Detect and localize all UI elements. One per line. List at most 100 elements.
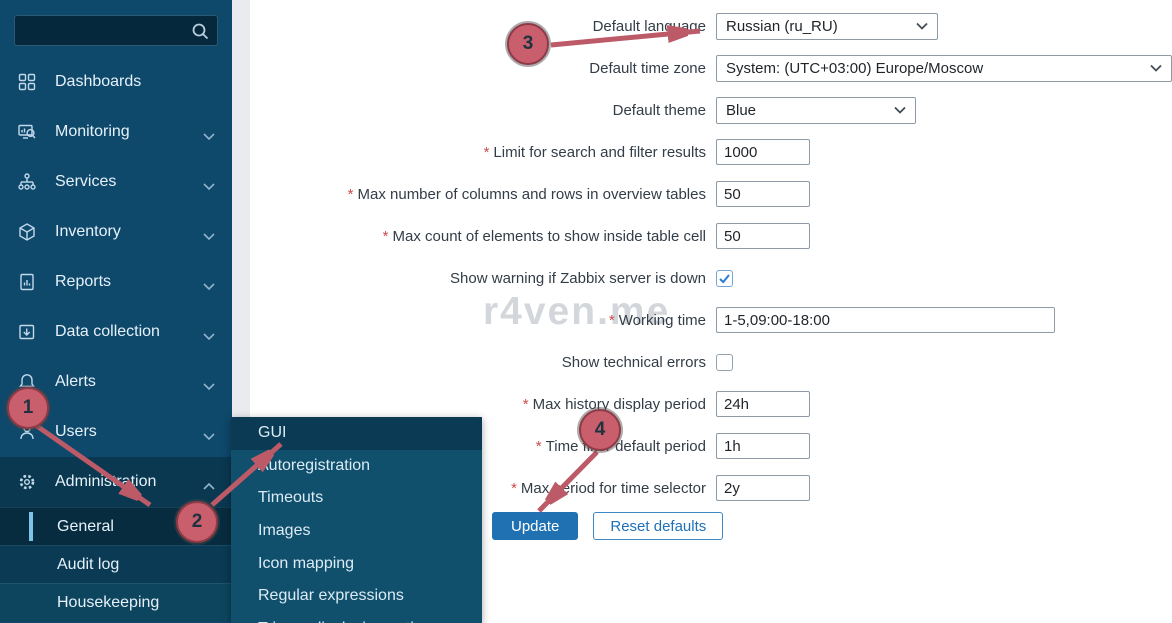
chevron-down-icon <box>203 278 215 296</box>
technical-errors-checkbox[interactable] <box>716 354 733 371</box>
default-time-zone-select[interactable]: System: (UTC+03:00) Europe/Moscow <box>716 55 1172 82</box>
sidebar-item-reports[interactable]: Reports <box>0 257 232 307</box>
default-theme-select[interactable]: Blue <box>716 97 916 124</box>
selected-value: System: (UTC+03:00) Europe/Moscow <box>726 60 983 77</box>
field-label: Show technical errors <box>562 354 706 371</box>
sidebar-subitem-label: Audit log <box>57 556 119 574</box>
time-filter-period-input[interactable] <box>716 433 810 459</box>
chevron-down-icon <box>203 178 215 196</box>
annotation-step-4: 4 <box>579 409 621 451</box>
sidebar-item-inventory[interactable]: Inventory <box>0 207 232 257</box>
max-time-selector-period-input[interactable] <box>716 475 810 501</box>
annotation-step-3: 3 <box>507 23 549 65</box>
sidebar-search[interactable] <box>14 15 218 46</box>
form-row: Default time zone System: (UTC+03:00) Eu… <box>250 47 1172 89</box>
general-submenu-popup: GUI Autoregistration Timeouts Images Ico… <box>231 417 482 623</box>
sidebar-item-label: Users <box>55 423 97 441</box>
reports-icon <box>15 272 39 292</box>
gear-icon <box>15 472 39 492</box>
dashboards-icon <box>15 72 39 92</box>
popup-item-timeouts[interactable]: Timeouts <box>231 482 482 515</box>
popup-item-label: Autoregistration <box>258 457 370 475</box>
field-label: Max number of columns and rows in overvi… <box>358 186 707 203</box>
form-row: *Max count of elements to show inside ta… <box>250 215 1172 257</box>
field-label: Max count of elements to show inside tab… <box>393 228 707 245</box>
chevron-down-icon <box>1150 64 1162 72</box>
sidebar-subitem-housekeeping[interactable]: Housekeeping <box>0 583 232 622</box>
sidebar-item-label: Dashboards <box>55 73 141 91</box>
services-icon <box>15 172 39 192</box>
field-label: Time filter default period <box>546 438 706 455</box>
max-history-period-input[interactable] <box>716 391 810 417</box>
search-icon[interactable] <box>191 22 210 46</box>
sidebar-item-label: Data collection <box>55 323 160 341</box>
form-row: Show technical errors <box>250 341 1172 383</box>
sidebar-item-label: Services <box>55 173 116 191</box>
annotation-step-2: 2 <box>176 501 218 543</box>
table-cell-max-elements-input[interactable] <box>716 223 810 249</box>
field-label: Default language <box>593 18 706 35</box>
popup-item-icon-mapping[interactable]: Icon mapping <box>231 547 482 580</box>
sidebar-subitem-label: General <box>57 518 114 536</box>
overview-max-columns-input[interactable] <box>716 181 810 207</box>
popup-item-label: Timeouts <box>258 489 323 507</box>
default-language-select[interactable]: Russian (ru_RU) <box>716 13 938 40</box>
form-row: Show warning if Zabbix server is down <box>250 257 1172 299</box>
popup-item-label: Icon mapping <box>258 555 354 573</box>
annotation-step-1: 1 <box>7 387 49 429</box>
selected-indicator-bar <box>29 512 33 541</box>
popup-item-autoregistration[interactable]: Autoregistration <box>231 450 482 483</box>
search-filter-limit-input[interactable] <box>716 139 810 165</box>
required-marker: * <box>511 480 517 497</box>
sidebar-item-data-collection[interactable]: Data collection <box>0 307 232 357</box>
server-down-warning-checkbox[interactable] <box>716 270 733 287</box>
sidebar-item-administration[interactable]: Administration <box>0 457 232 507</box>
field-label: Default time zone <box>589 60 706 77</box>
sidebar-subitem-audit-log[interactable]: Audit log <box>0 545 232 583</box>
chevron-down-icon <box>916 22 928 30</box>
chevron-down-icon <box>203 378 215 396</box>
selected-value: Blue <box>726 102 756 119</box>
chevron-down-icon <box>894 106 906 114</box>
working-time-input[interactable] <box>716 307 1055 333</box>
update-button[interactable]: Update <box>492 512 578 540</box>
popup-item-images[interactable]: Images <box>231 515 482 548</box>
form-row: *Limit for search and filter results <box>250 131 1172 173</box>
required-marker: * <box>536 438 542 455</box>
sidebar-subitem-label: Housekeeping <box>57 594 159 612</box>
sidebar-item-label: Monitoring <box>55 123 130 141</box>
sidebar-item-label: Reports <box>55 273 111 291</box>
sidebar-item-label: Inventory <box>55 223 121 241</box>
sidebar-item-services[interactable]: Services <box>0 157 232 207</box>
sidebar-item-monitoring[interactable]: Monitoring <box>0 107 232 157</box>
form-row: Default language Russian (ru_RU) <box>250 5 1172 47</box>
field-label: Show warning if Zabbix server is down <box>450 270 706 287</box>
zabbix-gui-settings-screen: Dashboards Monitoring Services <box>0 0 1172 623</box>
form-row: Default theme Blue <box>250 89 1172 131</box>
sidebar-item-label: Administration <box>55 473 156 491</box>
popup-item-trigger-displaying-options[interactable]: Trigger displaying options <box>231 613 482 623</box>
reset-defaults-button[interactable]: Reset defaults <box>593 512 723 540</box>
inventory-icon <box>15 222 39 242</box>
chevron-down-icon <box>203 428 215 446</box>
popup-item-label: Regular expressions <box>258 587 404 605</box>
sidebar-item-label: Alerts <box>55 373 96 391</box>
field-label: Max history display period <box>533 396 706 413</box>
selected-value: Russian (ru_RU) <box>726 18 838 35</box>
popup-item-gui[interactable]: GUI <box>231 417 482 450</box>
chevron-down-icon <box>203 228 215 246</box>
sidebar-item-dashboards[interactable]: Dashboards <box>0 57 232 107</box>
check-icon <box>718 272 731 285</box>
form-row: *Max number of columns and rows in overv… <box>250 173 1172 215</box>
popup-item-regular-expressions[interactable]: Regular expressions <box>231 580 482 613</box>
required-marker: * <box>523 396 529 413</box>
search-input[interactable] <box>21 17 191 44</box>
required-marker: * <box>383 228 389 245</box>
field-label: Max period for time selector <box>521 480 706 497</box>
field-label: Limit for search and filter results <box>493 144 706 161</box>
required-marker: * <box>348 186 354 203</box>
popup-item-label: GUI <box>258 424 286 442</box>
popup-item-label: Images <box>258 522 310 540</box>
field-label: Default theme <box>613 102 706 119</box>
field-label: Working time <box>619 312 706 329</box>
